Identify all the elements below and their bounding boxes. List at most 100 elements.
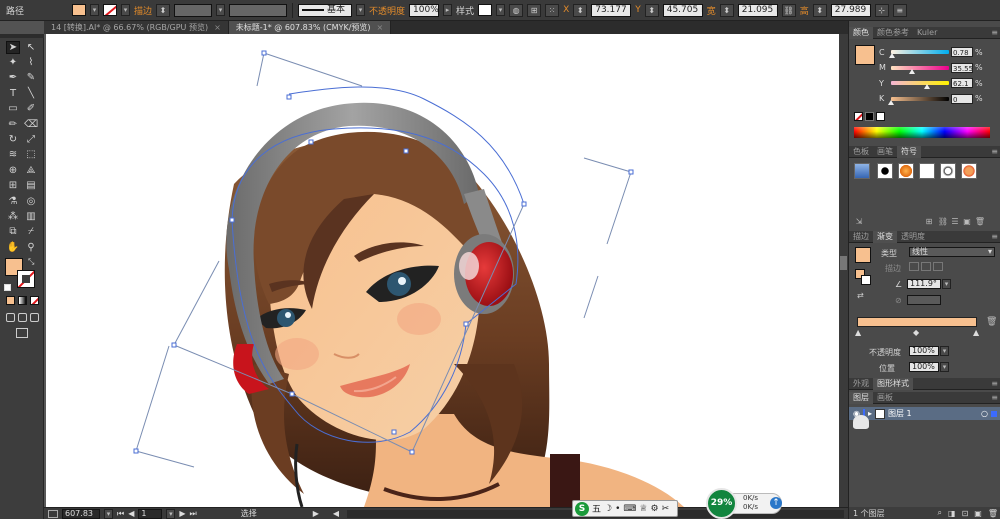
gradient-location-dropdown[interactable]: ▾ xyxy=(940,362,949,372)
mesh-tool[interactable]: ⊞ xyxy=(6,180,20,193)
blend-tool[interactable]: ◎ xyxy=(24,195,38,208)
delete-stop-icon[interactable]: 🗑 xyxy=(986,317,997,327)
channel-value-field[interactable]: 35.55 xyxy=(951,62,973,73)
gradient-location-field[interactable]: 100% xyxy=(909,362,939,372)
x-stepper[interactable]: ⬍ xyxy=(573,3,588,17)
curvature-tool[interactable]: ✎ xyxy=(24,72,38,85)
channel-slider[interactable] xyxy=(891,65,949,74)
tab-color[interactable]: 颜色 xyxy=(849,26,873,39)
delete-layer-icon[interactable]: 🗑 xyxy=(988,509,1000,518)
next-artboard-icon[interactable]: ▶ xyxy=(179,509,185,518)
ime-moon-icon[interactable]: ☽ xyxy=(604,504,612,514)
stroke-color-box[interactable] xyxy=(17,270,35,288)
stroke-label[interactable]: 描边 xyxy=(134,4,152,17)
document-tab-1[interactable]: 14 [转换].AI* @ 66.67% (RGB/GPU 预览) × xyxy=(44,21,229,34)
reverse-gradient-icon[interactable]: ⇄ xyxy=(857,291,864,300)
ime-toolbar[interactable]: S 五 ☽ • ⌨ ♕ ⚙ ✂ xyxy=(572,500,678,517)
color-fill-swatch[interactable] xyxy=(855,45,875,65)
place-symbol-icon[interactable]: ⊞ xyxy=(923,217,935,227)
zoom-field[interactable]: 607.83 xyxy=(62,508,100,519)
apply-along-stroke-icon[interactable] xyxy=(921,262,931,271)
graphic-style-swatch[interactable] xyxy=(478,4,493,16)
ime-tools-icon[interactable]: ⚙ xyxy=(650,504,658,514)
paintbrush-tool[interactable]: ✐ xyxy=(24,103,38,116)
color-mode-button[interactable] xyxy=(6,296,15,305)
tab-brushes[interactable]: 画笔 xyxy=(873,146,897,158)
toolbar-grip[interactable] xyxy=(0,34,44,38)
vertical-scrollbar[interactable] xyxy=(839,34,848,507)
shape-builder-tool[interactable]: ⊕ xyxy=(6,164,20,177)
gradient-mode-button[interactable] xyxy=(18,296,27,305)
graphic-style-dropdown[interactable]: ▾ xyxy=(496,4,506,16)
x-field[interactable]: 73.177 mm xyxy=(591,3,632,17)
y-field[interactable]: 45.705 mm xyxy=(662,3,703,17)
selection-indicator[interactable] xyxy=(991,410,997,417)
tab-kuler[interactable]: Kuler xyxy=(913,27,941,39)
artboard-tool[interactable]: ⧉ xyxy=(6,226,20,239)
ime-mode-label[interactable]: 五 xyxy=(592,502,601,515)
magic-wand-tool[interactable]: ✦ xyxy=(6,56,20,69)
memory-usage-badge[interactable]: 29% xyxy=(706,488,737,519)
ime-keyboard-icon[interactable]: ⌨ xyxy=(623,504,636,514)
tab-swatches[interactable]: 色板 xyxy=(849,146,873,158)
channel-value-field[interactable]: 0 xyxy=(951,93,973,104)
stroke-swatch[interactable] xyxy=(103,4,118,16)
screen-mode-icon[interactable] xyxy=(16,328,28,338)
width-stepper[interactable]: ⬍ xyxy=(719,3,734,17)
black-swatch[interactable] xyxy=(865,112,874,121)
tab-symbols[interactable]: 符号 xyxy=(897,145,921,158)
stroke-weight-field[interactable] xyxy=(174,3,213,17)
symbol-orange-ball[interactable] xyxy=(898,163,914,179)
first-artboard-icon[interactable]: ⏮ xyxy=(117,509,124,519)
tab-artboards[interactable]: 画板 xyxy=(873,392,897,404)
reference-point-icon[interactable]: ⁙ xyxy=(545,3,560,17)
panel-menu-icon[interactable]: ≡ xyxy=(991,28,1000,37)
draw-inside-icon[interactable] xyxy=(30,313,39,322)
symbol-sprayer-tool[interactable]: ⁂ xyxy=(6,210,20,223)
control-bar-menu-icon[interactable]: ≡ xyxy=(892,3,907,17)
angle-dropdown[interactable]: ▾ xyxy=(942,279,951,289)
tab-graphic-styles[interactable]: 图形样式 xyxy=(873,377,913,390)
expand-arrow-icon[interactable]: ▸ xyxy=(868,409,872,418)
rectangle-tool[interactable]: ▭ xyxy=(6,103,20,116)
zoom-tool[interactable]: ⚲ xyxy=(24,241,38,254)
locate-object-icon[interactable]: ⌕ xyxy=(938,508,942,518)
link-proportions-icon[interactable]: ⛓ xyxy=(781,3,796,17)
stroke-weight-stepper[interactable]: ⬍ xyxy=(156,3,171,17)
fill-swatch[interactable] xyxy=(72,4,87,16)
transform-options-icon[interactable]: ⊹ xyxy=(874,3,889,17)
scrollbar-thumb[interactable] xyxy=(840,256,847,270)
ime-settings-icon[interactable]: ✂ xyxy=(662,504,670,514)
slice-tool[interactable]: ⌿ xyxy=(24,226,38,239)
ime-skin-icon[interactable]: ♕ xyxy=(639,504,647,514)
color-spectrum[interactable] xyxy=(854,127,990,138)
layer-row[interactable]: ◉ ▸ 图层 1 ○ xyxy=(849,407,1000,420)
channel-slider[interactable] xyxy=(888,50,949,58)
symbol-blue-banner[interactable] xyxy=(854,163,870,179)
tab-stroke[interactable]: 描边 xyxy=(849,231,873,243)
target-circle-icon[interactable]: ○ xyxy=(981,409,988,418)
line-tool[interactable]: ╲ xyxy=(24,87,38,100)
ime-logo-icon[interactable]: S xyxy=(575,501,589,516)
scale-tool[interactable]: ⤢ xyxy=(24,133,38,146)
variable-width-field[interactable] xyxy=(229,3,288,17)
aspect-ratio-field[interactable] xyxy=(907,295,941,305)
type-tool[interactable]: T xyxy=(6,87,20,100)
symbol-wreath[interactable] xyxy=(940,163,956,179)
eraser-tool[interactable]: ⌫ xyxy=(24,118,38,131)
gradient-slider-bar[interactable] xyxy=(857,317,977,327)
slider-knob[interactable] xyxy=(888,53,895,58)
status-menu-icon[interactable]: ▶ xyxy=(313,509,319,518)
free-transform-tool[interactable]: ⬚ xyxy=(24,149,38,162)
opacity-field[interactable]: 100% xyxy=(409,3,440,17)
white-swatch[interactable] xyxy=(876,112,885,121)
panel-menu-icon[interactable]: ≡ xyxy=(991,379,1000,388)
boost-icon[interactable]: ↑ xyxy=(770,497,782,509)
rotate-tool[interactable]: ↻ xyxy=(6,133,20,146)
artboard-number-field[interactable]: 1 xyxy=(138,508,163,519)
none-mode-button[interactable] xyxy=(30,296,39,305)
layer-name[interactable]: 图层 1 xyxy=(888,408,912,419)
gradient-angle-field[interactable]: 111.9° xyxy=(907,279,941,289)
none-color-swatch[interactable] xyxy=(854,112,863,121)
pencil-tool[interactable]: ✏ xyxy=(6,118,20,131)
